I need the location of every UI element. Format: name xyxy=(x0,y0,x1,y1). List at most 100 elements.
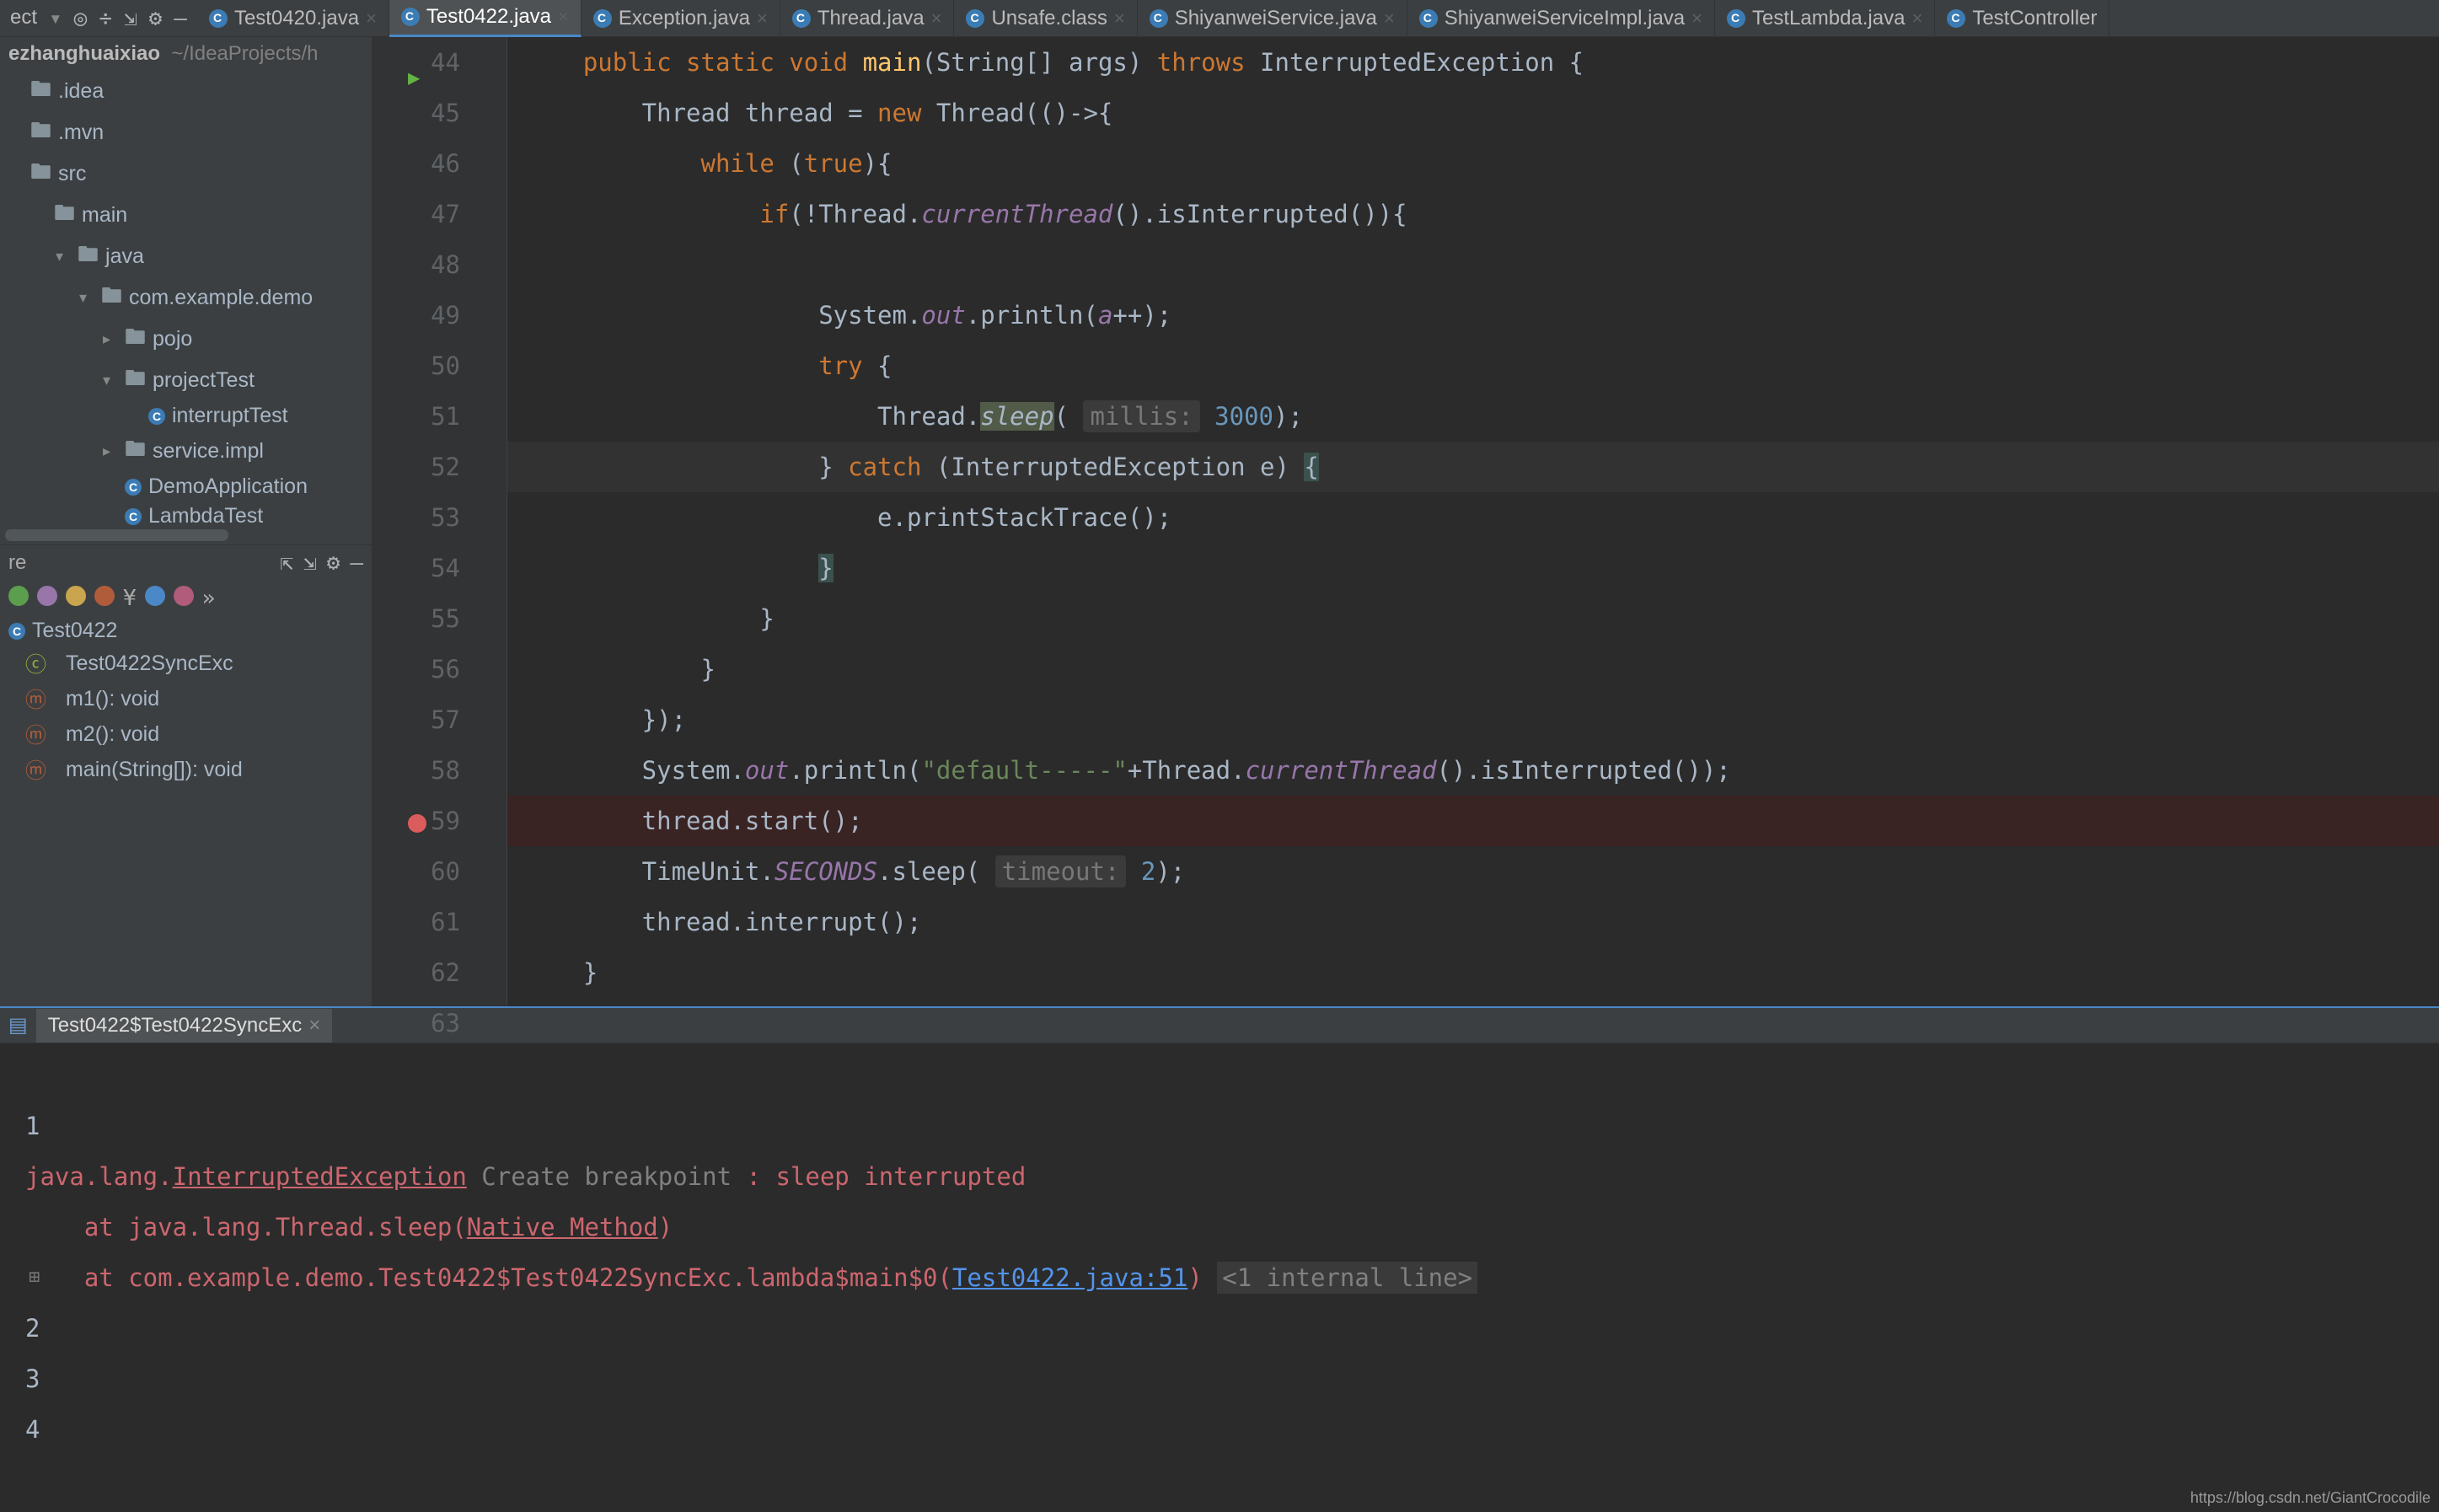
filter-dot-icon[interactable] xyxy=(37,586,57,606)
tree-row[interactable]: 🖿.idea xyxy=(0,71,372,112)
code-line[interactable]: if(!Thread.currentThread().isInterrupted… xyxy=(507,189,2439,239)
fold-cell[interactable] xyxy=(474,593,507,644)
fold-cell[interactable] xyxy=(474,290,507,340)
tree-row[interactable]: LambdaTest xyxy=(0,501,372,526)
line-number[interactable]: 54 xyxy=(373,543,460,593)
fold-cell[interactable] xyxy=(474,37,507,88)
code-editor[interactable]: 44▶4546474849505152535455565758596061626… xyxy=(373,37,2439,1006)
line-number[interactable]: 45 xyxy=(373,88,460,138)
fold-cell[interactable] xyxy=(474,88,507,138)
line-number[interactable]: 48 xyxy=(373,239,460,290)
code-line[interactable]: e.printStackTrace(); xyxy=(507,492,2439,543)
filter-dot-icon[interactable] xyxy=(8,586,29,606)
structure-member[interactable]: ⓜ m1(): void xyxy=(0,681,372,716)
tree-row[interactable]: 🖿main xyxy=(0,195,372,236)
line-number[interactable]: 58 xyxy=(373,745,460,796)
minimize-icon[interactable]: — xyxy=(350,550,363,576)
filter-icon[interactable]: ¥ xyxy=(123,586,137,611)
code-line[interactable]: try { xyxy=(507,340,2439,391)
close-icon[interactable]: × xyxy=(931,8,942,29)
console-output[interactable]: 1 java.lang.InterruptedException Create … xyxy=(0,1043,2439,1512)
line-number[interactable]: 56 xyxy=(373,644,460,694)
close-icon[interactable]: × xyxy=(757,8,768,29)
fold-cell[interactable] xyxy=(474,391,507,442)
tree-row[interactable]: 🖿src xyxy=(0,153,372,195)
expand-icon[interactable]: ⇱ xyxy=(280,550,293,576)
breakpoint-icon[interactable] xyxy=(408,814,426,833)
tree-arrow-icon[interactable]: ▸ xyxy=(103,330,118,348)
tree-arrow-icon[interactable]: ▸ xyxy=(103,442,118,460)
tree-row[interactable]: ▾🖿projectTest xyxy=(0,360,372,401)
tab-thread[interactable]: Thread.java× xyxy=(780,0,955,37)
line-number[interactable]: 51 xyxy=(373,391,460,442)
line-number[interactable]: 61 xyxy=(373,897,460,947)
close-icon[interactable]: × xyxy=(1911,8,1922,29)
close-icon[interactable]: × xyxy=(366,8,377,29)
filter-dot-icon[interactable] xyxy=(94,586,115,606)
gear-icon[interactable]: ⚙ xyxy=(149,6,163,31)
minimize-icon[interactable]: — xyxy=(174,6,187,31)
tree-arrow-icon[interactable]: ▾ xyxy=(103,372,118,389)
code-line[interactable]: public static void main(String[] args) t… xyxy=(507,37,2439,88)
line-number[interactable]: 52 xyxy=(373,442,460,492)
tree-row[interactable]: DemoApplication xyxy=(0,472,372,501)
fold-cell[interactable] xyxy=(474,897,507,947)
fold-cell[interactable] xyxy=(474,340,507,391)
line-number[interactable]: 62 xyxy=(373,947,460,998)
close-icon[interactable]: × xyxy=(308,1014,320,1037)
code-line[interactable]: } xyxy=(507,593,2439,644)
tab-unsafe[interactable]: Unsafe.class× xyxy=(954,0,1137,37)
code-line[interactable]: } xyxy=(507,947,2439,998)
code-line[interactable]: } xyxy=(507,543,2439,593)
tree-row[interactable]: ▾🖿com.example.demo xyxy=(0,277,372,319)
code-line[interactable]: Thread thread = new Thread(()->{ xyxy=(507,88,2439,138)
fold-cell[interactable] xyxy=(474,239,507,290)
tab-shiyanweiservice[interactable]: ShiyanweiService.java× xyxy=(1138,0,1407,37)
fold-cell[interactable] xyxy=(474,492,507,543)
filter-dot-icon[interactable] xyxy=(174,586,194,606)
tree-arrow-icon[interactable]: ▾ xyxy=(56,248,71,265)
fold-cell[interactable] xyxy=(474,998,507,1048)
fold-cell[interactable] xyxy=(474,846,507,897)
tab-testcontroller[interactable]: TestController xyxy=(1935,0,2109,37)
line-number[interactable]: 46 xyxy=(373,138,460,189)
tab-testlambda[interactable]: TestLambda.java× xyxy=(1715,0,1935,37)
code-line[interactable]: System.out.println("default-----"+Thread… xyxy=(507,745,2439,796)
filter-dot-icon[interactable] xyxy=(66,586,86,606)
structure-member[interactable]: ⓒ Test0422SyncExc xyxy=(0,646,372,681)
line-number-gutter[interactable]: 44▶4546474849505152535455565758596061626… xyxy=(373,37,474,1006)
fold-cell[interactable] xyxy=(474,543,507,593)
line-number[interactable]: 47 xyxy=(373,189,460,239)
close-icon[interactable]: × xyxy=(1114,8,1125,29)
fold-cell[interactable] xyxy=(474,138,507,189)
tree-row[interactable]: interruptTest xyxy=(0,401,372,431)
target-icon[interactable]: ◎ xyxy=(74,6,88,31)
fold-cell[interactable] xyxy=(474,189,507,239)
fold-cell[interactable] xyxy=(474,442,507,492)
code-line[interactable] xyxy=(507,239,2439,290)
line-number[interactable]: 49 xyxy=(373,290,460,340)
code-line[interactable]: TimeUnit.SECONDS.sleep( timeout: 2); xyxy=(507,846,2439,897)
tab-test0420[interactable]: Test0420.java× xyxy=(197,0,389,37)
fold-gutter[interactable] xyxy=(474,37,507,1006)
code-area[interactable]: public static void main(String[] args) t… xyxy=(507,37,2439,1006)
internal-lines[interactable]: <1 internal line> xyxy=(1217,1262,1477,1294)
code-line[interactable]: System.out.println(a++); xyxy=(507,290,2439,340)
code-line[interactable]: } catch (InterruptedException e) { xyxy=(507,442,2439,492)
line-number[interactable]: 63 xyxy=(373,998,460,1048)
structure-class[interactable]: Test0422 xyxy=(0,616,372,646)
code-line[interactable]: Thread.sleep( millis: 3000); xyxy=(507,391,2439,442)
create-breakpoint-link[interactable]: Create breakpoint xyxy=(481,1162,732,1191)
tab-test0422[interactable]: Test0422.java× xyxy=(389,0,582,37)
fold-cell[interactable] xyxy=(474,745,507,796)
line-number[interactable]: 57 xyxy=(373,694,460,745)
exception-class-link[interactable]: InterruptedException xyxy=(173,1162,467,1191)
code-line[interactable]: }); xyxy=(507,694,2439,745)
line-number[interactable]: 53 xyxy=(373,492,460,543)
line-number[interactable]: 55 xyxy=(373,593,460,644)
divide-icon[interactable]: ÷ xyxy=(99,6,112,31)
line-number[interactable]: 44▶ xyxy=(373,37,460,88)
more-icon[interactable]: » xyxy=(202,586,216,611)
console-tab[interactable]: Test0422$Test0422SyncExc× xyxy=(36,1009,333,1043)
code-line[interactable]: while (true){ xyxy=(507,138,2439,189)
